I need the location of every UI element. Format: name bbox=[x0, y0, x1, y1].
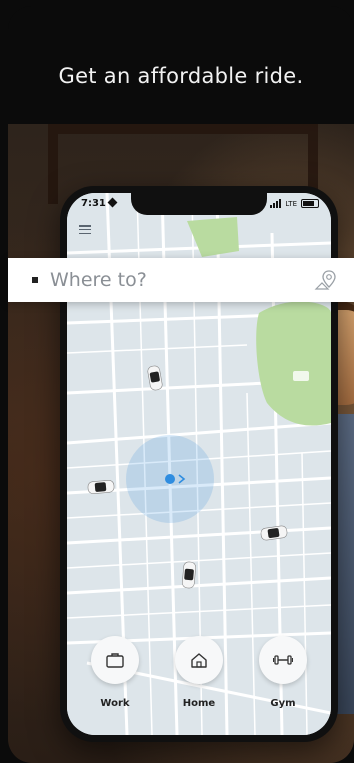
search-bar[interactable]: Where to? bbox=[8, 258, 354, 302]
home-button[interactable] bbox=[175, 636, 223, 684]
phone-notch bbox=[131, 193, 267, 215]
location-arrow-icon bbox=[107, 197, 118, 208]
gym-button[interactable] bbox=[259, 636, 307, 684]
signal-icon bbox=[270, 199, 282, 208]
search-input[interactable]: Where to? bbox=[50, 269, 312, 291]
menu-icon[interactable] bbox=[79, 225, 91, 234]
park-marker bbox=[293, 371, 309, 381]
car-icon bbox=[182, 561, 196, 589]
promo-card: Get an affordable ride. 7:31 LTE Work Ho… bbox=[8, 6, 354, 763]
dumbbell-icon bbox=[273, 655, 293, 665]
shortcut-home[interactable]: Home bbox=[167, 636, 231, 709]
shortcut-work[interactable]: Work bbox=[83, 636, 147, 709]
shortcut-label: Gym bbox=[270, 698, 296, 709]
saved-places: Work Home Gym bbox=[67, 636, 331, 709]
origin-dot-icon bbox=[32, 277, 38, 283]
home-icon bbox=[191, 653, 207, 668]
saved-places-pin-icon[interactable] bbox=[312, 265, 342, 295]
battery-icon bbox=[301, 199, 319, 208]
shortcut-label: Home bbox=[182, 698, 216, 709]
status-time: 7:31 bbox=[81, 198, 106, 209]
shortcut-label: Work bbox=[100, 698, 130, 709]
headline: Get an affordable ride. bbox=[58, 64, 304, 88]
status-carrier: LTE bbox=[285, 199, 297, 208]
current-location-dot bbox=[165, 474, 175, 484]
work-button[interactable] bbox=[91, 636, 139, 684]
shortcut-gym[interactable]: Gym bbox=[251, 636, 315, 709]
briefcase-icon bbox=[106, 653, 124, 668]
car-icon bbox=[87, 480, 115, 494]
